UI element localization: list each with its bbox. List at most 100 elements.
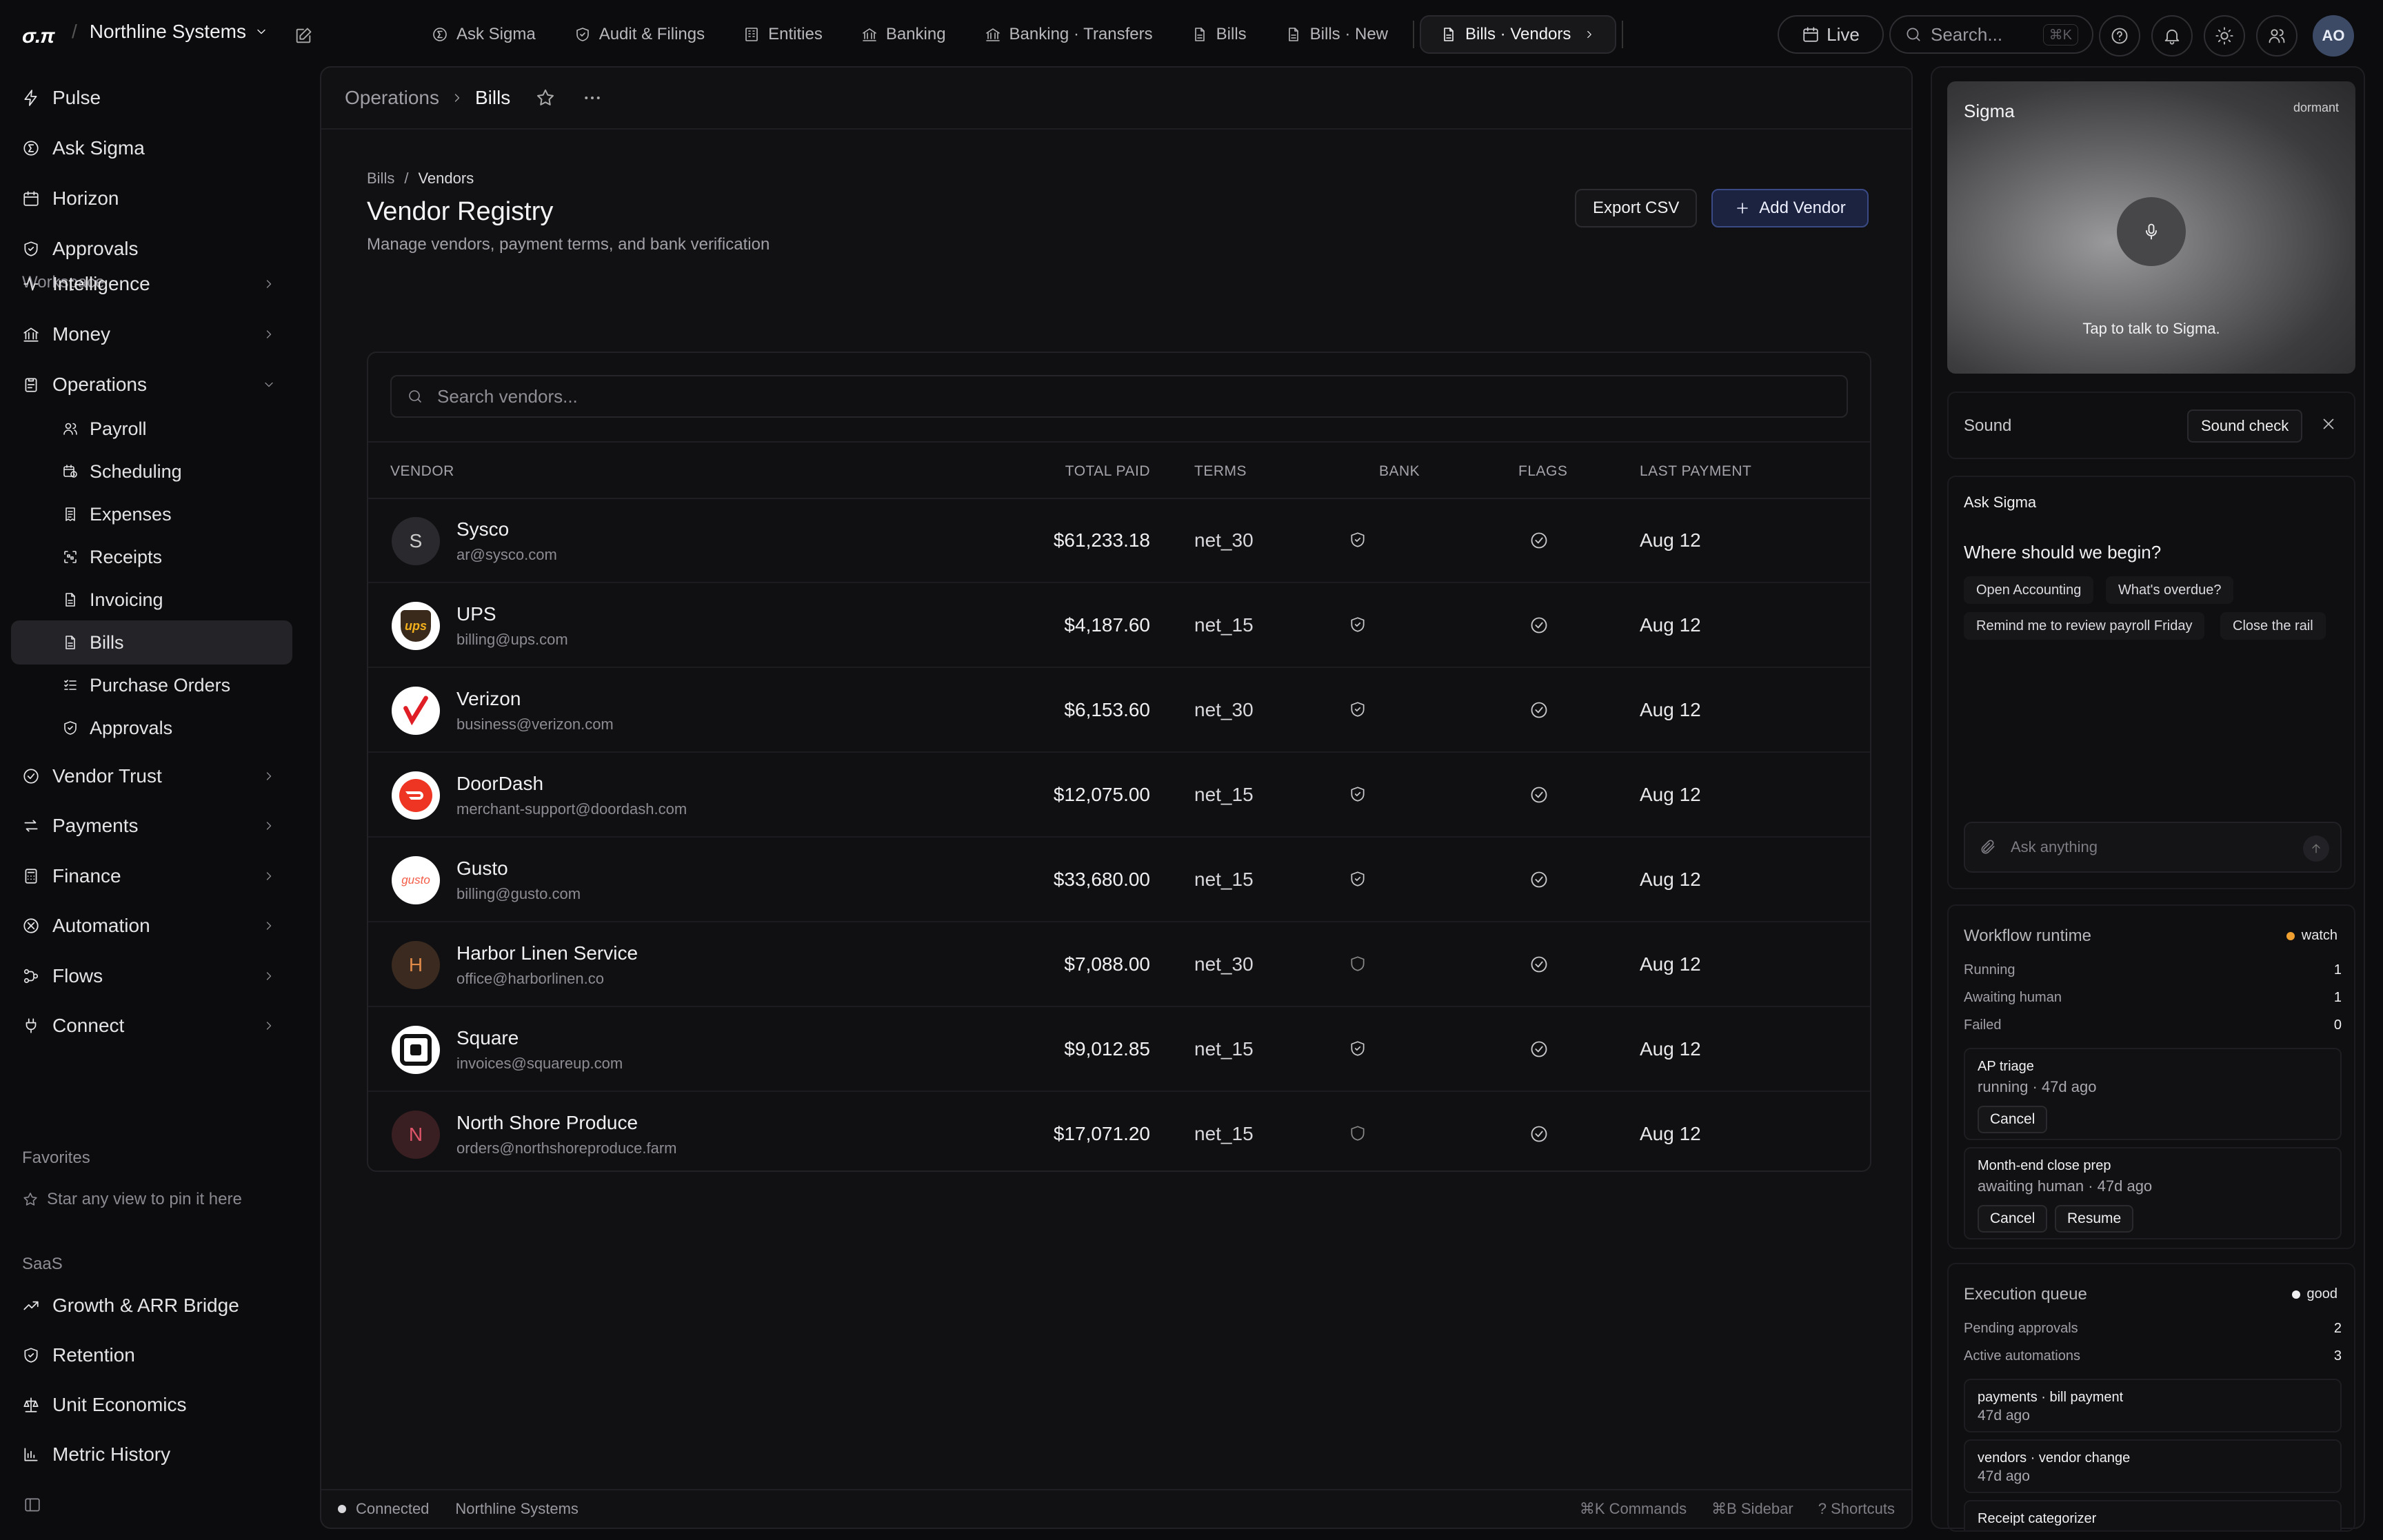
sidebar-item-invoicing[interactable]: Invoicing [48, 578, 292, 622]
more-icon[interactable] [582, 88, 603, 108]
plug-icon [26, 1018, 37, 1033]
star-icon[interactable] [535, 88, 556, 108]
org-selector[interactable]: / Northline Systems [72, 21, 268, 43]
sidebar-item-expenses[interactable]: Expenses [48, 492, 292, 536]
help-button[interactable] [2099, 15, 2140, 57]
app-logo[interactable]: σ.π [22, 25, 55, 48]
resume-button[interactable]: Resume [2055, 1205, 2134, 1233]
vendor-total-paid: $6,153.60 [1064, 699, 1150, 720]
vendor-name[interactable]: Sysco [456, 518, 509, 540]
tab-label: Entities [768, 25, 823, 43]
breadcrumb-parent[interactable]: Operations [345, 87, 439, 109]
org-separator: / [72, 21, 77, 42]
sidebar-item-automation[interactable]: Automation [11, 904, 292, 948]
sidebar-item-horizon[interactable]: Horizon [11, 176, 292, 221]
vendor-name[interactable]: Gusto [456, 858, 508, 880]
sidebar-item-ask-sigma[interactable]: Ask Sigma [11, 126, 292, 170]
sidebar-item-flows[interactable]: Flows [11, 954, 292, 998]
col-flags[interactable]: FLAGS [1518, 463, 1567, 480]
tab-entities[interactable]: Entities [724, 15, 842, 54]
table-row[interactable]: S Sysco ar@sysco.com $61,233.18 net_30 Aug 12 [368, 499, 1870, 583]
sidebar-item-growth-arr-bridge[interactable]: Growth & ARR Bridge [11, 1284, 292, 1328]
col-bank[interactable]: BANK [1379, 463, 1420, 480]
tab-banking-transfers[interactable]: Banking · Transfers [965, 15, 1172, 54]
suggestion-chip[interactable]: Remind me to review payroll Friday [1964, 612, 2205, 640]
sidebar-item-receipts[interactable]: Receipts [48, 535, 292, 579]
sidebar-item-purchase-orders[interactable]: Purchase Orders [48, 663, 292, 707]
notifications-button[interactable] [2151, 15, 2193, 57]
vendor-name[interactable]: Harbor Linen Service [456, 942, 638, 964]
tab-audit-filings[interactable]: Audit & Filings [555, 15, 724, 54]
tab-bills-new[interactable]: Bills · New [1266, 15, 1407, 54]
sidebar-item-pulse[interactable]: Pulse [11, 76, 292, 120]
suggestion-chip[interactable]: What's overdue? [2106, 576, 2234, 604]
workflow-job: AP triage running · 47d ago Cancel [1964, 1048, 2342, 1140]
sidebar-item-connect[interactable]: Connect [11, 1004, 292, 1048]
sidebar-item-unit-economics[interactable]: Unit Economics [11, 1383, 292, 1427]
sidebar-item-money[interactable]: Money [11, 312, 292, 356]
live-button[interactable]: Live [1778, 15, 1884, 54]
sidebar-item-scheduling[interactable]: Scheduling [48, 449, 292, 494]
send-button[interactable] [2303, 835, 2329, 862]
tab-ask-sigma[interactable]: Ask Sigma [412, 15, 555, 54]
workflow-title: Workflow runtime [1964, 926, 2091, 945]
team-button[interactable] [2256, 15, 2297, 57]
hint-sidebar[interactable]: ⌘B Sidebar [1711, 1500, 1793, 1518]
sidebar-item-vendor-trust[interactable]: Vendor Trust [11, 754, 292, 798]
col-total-paid[interactable]: TOTAL PAID [1065, 463, 1150, 480]
suggestion-chip[interactable]: Open Accounting [1964, 576, 2094, 604]
queue-item[interactable]: Receipt categorizer [1964, 1500, 2342, 1530]
ask-input[interactable]: Ask anything [1964, 822, 2342, 873]
stat-awaiting-human: Awaiting human 1 [1964, 990, 2342, 1006]
close-icon[interactable] [2320, 415, 2337, 433]
vendor-name[interactable]: UPS [456, 603, 496, 625]
global-search[interactable]: Search... ⌘K [1889, 15, 2093, 54]
col-vendor[interactable]: VENDOR [390, 463, 454, 480]
paperclip-icon[interactable] [1979, 838, 1997, 856]
export-csv-button[interactable]: Export CSV [1575, 189, 1698, 227]
tab-bills-vendors[interactable]: Bills · Vendors [1420, 15, 1617, 54]
sidebar-item-metric-history[interactable]: Metric History [11, 1432, 292, 1477]
vendor-logo-initial: S [409, 530, 423, 551]
tab-bills[interactable]: Bills [1172, 15, 1266, 54]
page-crumb-parent[interactable]: Bills [367, 170, 394, 188]
table-row[interactable]: gusto Gusto billing@gusto.com $33,680.00 net… [368, 838, 1870, 922]
table-row[interactable]: N North Shore Produce orders@northshorepro… [368, 1093, 1870, 1177]
sidebar-item-bills[interactable]: Bills [11, 620, 292, 665]
sidebar-item-intelligence[interactable]: Intelligence [11, 262, 292, 306]
sidebar-toggle-icon[interactable] [23, 1496, 41, 1514]
tab-banking[interactable]: Banking [842, 15, 965, 54]
add-vendor-button[interactable]: Add Vendor [1711, 189, 1869, 227]
vendor-name[interactable]: Verizon [456, 688, 521, 710]
sound-check-button[interactable]: Sound check [2187, 409, 2303, 443]
table-row[interactable]: H Harbor Linen Service office@harborlinen.… [368, 923, 1870, 1007]
arrows-icon [24, 820, 38, 832]
queue-item[interactable]: vendors · vendor change 47d ago [1964, 1439, 2342, 1493]
sidebar-item-payments[interactable]: Payments [11, 804, 292, 848]
col-terms[interactable]: TERMS [1194, 463, 1247, 480]
sidebar-item-finance[interactable]: Finance [11, 854, 292, 898]
sidebar-item-approvals[interactable]: Approvals [48, 706, 292, 750]
vendor-name[interactable]: DoorDash [456, 773, 543, 795]
sidebar-item-retention[interactable]: Retention [11, 1333, 292, 1377]
hint-shortcuts[interactable]: ? Shortcuts [1818, 1500, 1895, 1518]
table-row[interactable]: DoorDash merchant-support@doordash.com $12… [368, 753, 1870, 838]
vendor-name[interactable]: North Shore Produce [456, 1112, 638, 1134]
sidebar-item-operations[interactable]: Operations [11, 363, 292, 407]
sidebar-item-payroll[interactable]: Payroll [48, 407, 292, 451]
vendor-name[interactable]: Square [456, 1027, 519, 1049]
theme-toggle[interactable] [2204, 15, 2245, 57]
table-row[interactable]: Square invoices@squareup.com $9,012.85 net_… [368, 1008, 1870, 1092]
queue-item[interactable]: payments · bill payment 47d ago [1964, 1379, 2342, 1432]
table-row[interactable]: Verizon business@verizon.com $6,153.60 net_… [368, 669, 1870, 753]
cancel-button[interactable]: Cancel [1978, 1106, 2048, 1133]
col-last-payment[interactable]: LAST PAYMENT [1640, 463, 1751, 480]
cancel-button[interactable]: Cancel [1978, 1205, 2048, 1233]
talk-button[interactable] [2117, 197, 2186, 266]
hint-commands[interactable]: ⌘K Commands [1580, 1500, 1687, 1518]
vendor-search-input[interactable]: Search vendors... [390, 375, 1848, 418]
avatar[interactable]: AO [2313, 15, 2354, 57]
compose-icon[interactable] [294, 26, 313, 45]
table-row[interactable]: ups UPS billing@ups.com $4,187.60 net_15 Aug … [368, 584, 1870, 668]
suggestion-chip[interactable]: Close the rail [2220, 612, 2326, 640]
